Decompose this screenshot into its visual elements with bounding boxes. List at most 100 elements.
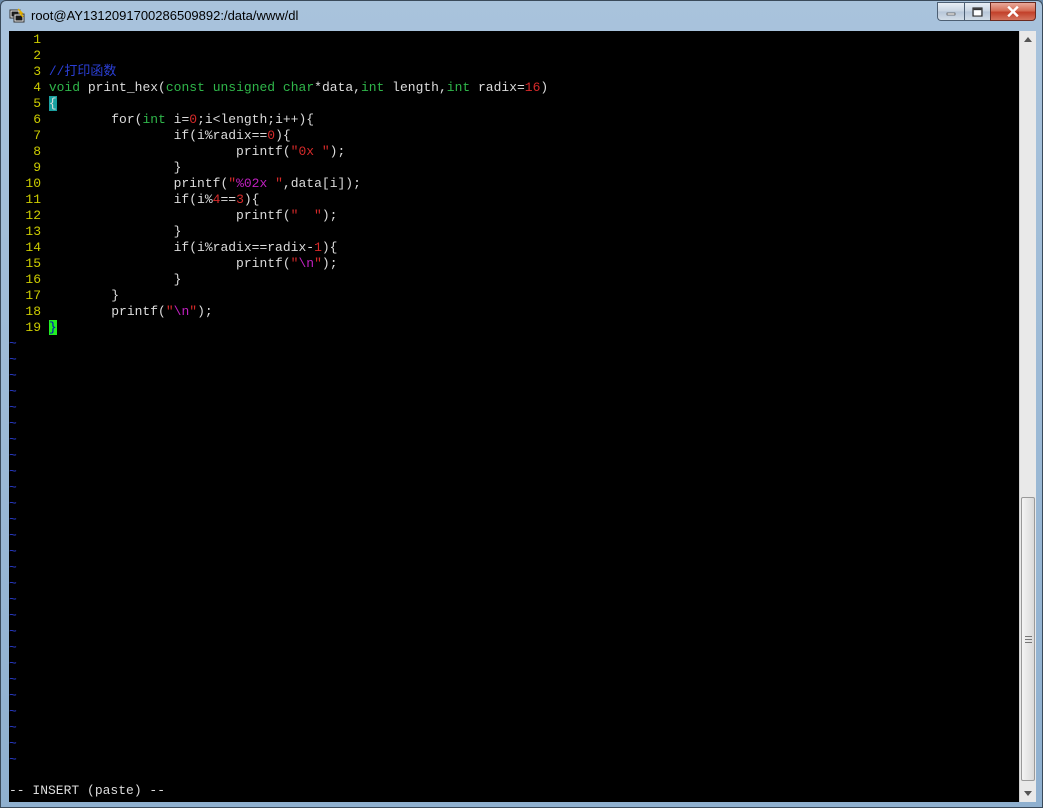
code-token: printf( <box>48 304 166 319</box>
code-token: } <box>48 272 182 287</box>
code-token: \n <box>173 304 190 319</box>
line-number: 12 <box>25 208 41 223</box>
line-number: 18 <box>25 304 41 319</box>
empty-line-marker: ~ <box>9 432 17 447</box>
code-line: 11 if(i%4==3){ <box>9 192 259 208</box>
scroll-down-button[interactable] <box>1020 785 1036 802</box>
code-token: int <box>142 112 166 127</box>
empty-line-marker: ~ <box>9 384 17 399</box>
maximize-icon <box>972 6 983 17</box>
code-token: int <box>360 80 385 95</box>
code-token: if(i%radix== <box>48 128 268 143</box>
line-number: 3 <box>33 64 41 79</box>
code-token: int <box>446 80 471 95</box>
code-token: "0x " <box>290 144 330 159</box>
line-number: 4 <box>33 80 41 95</box>
minimize-button[interactable] <box>937 2 964 21</box>
code-token: " <box>189 304 198 319</box>
code-token: if(i% <box>48 192 213 207</box>
line-number: 16 <box>25 272 41 287</box>
close-button[interactable] <box>990 2 1036 21</box>
code-token: i= <box>165 112 190 127</box>
vertical-scrollbar[interactable] <box>1019 31 1036 802</box>
line-number: 8 <box>33 144 41 159</box>
minimize-icon <box>946 12 956 15</box>
code-token: == <box>220 192 237 207</box>
code-line: 2 <box>9 48 49 64</box>
code-token: 1 <box>314 240 322 255</box>
code-token: } <box>48 160 182 175</box>
empty-line-marker: ~ <box>9 672 17 687</box>
code-token: ); <box>197 304 213 319</box>
code-token: for( <box>48 112 143 127</box>
terminal-window: root@AY1312091700286509892:/data/www/dl … <box>0 0 1043 808</box>
window-title: root@AY1312091700286509892:/data/www/dl <box>31 8 299 23</box>
code-token: ) <box>540 80 549 95</box>
window-controls <box>937 2 1036 21</box>
empty-line-marker: ~ <box>9 720 17 735</box>
code-line: 14 if(i%radix==radix-1){ <box>9 240 337 256</box>
terminal-screen[interactable]: 1 2 3 //打印函数 4 void print_hex(const unsig… <box>9 31 1019 802</box>
line-number: 9 <box>33 160 41 175</box>
scroll-up-button[interactable] <box>1020 31 1036 48</box>
code-line: 18 printf("\n"); <box>9 304 213 320</box>
grip-icon <box>1024 635 1032 643</box>
empty-line-marker: ~ <box>9 336 17 351</box>
empty-line-marker: ~ <box>9 592 17 607</box>
code-token: ); <box>321 256 338 271</box>
empty-line-marker: ~ <box>9 624 17 639</box>
code-token: " " <box>290 208 322 223</box>
empty-line-marker: ~ <box>9 560 17 575</box>
empty-line-marker: ~ <box>9 512 17 527</box>
code-line: 5 { <box>9 96 57 112</box>
code-line: 19 } <box>9 320 57 336</box>
title-bar[interactable]: root@AY1312091700286509892:/data/www/dl <box>1 1 1042 31</box>
code-line: 6 for(int i=0;i<length;i++){ <box>9 112 314 128</box>
code-line: 4 void print_hex(const unsigned char*dat… <box>9 80 548 96</box>
code-token: } <box>48 224 182 239</box>
scrollbar-thumb[interactable] <box>1021 497 1035 781</box>
empty-line-marker: ~ <box>9 400 17 415</box>
maximize-button[interactable] <box>964 2 990 21</box>
code-token: 0 <box>189 112 198 127</box>
code-token: 0 <box>267 128 276 143</box>
empty-line-marker: ~ <box>9 416 17 431</box>
code-token: %02x <box>236 176 268 191</box>
code-line: 3 //打印函数 <box>9 64 116 80</box>
close-icon <box>1007 6 1019 17</box>
code-line: 9 } <box>9 160 181 176</box>
code-token: 3 <box>236 192 244 207</box>
line-number: 10 <box>25 176 41 191</box>
line-number: 14 <box>25 240 41 255</box>
code-token: ); <box>321 208 338 223</box>
code-token: if(i%radix==radix- <box>48 240 315 255</box>
empty-line-marker: ~ <box>9 448 17 463</box>
code-token: " <box>165 304 174 319</box>
line-number: 19 <box>25 320 41 335</box>
code-line: 15 printf("\n"); <box>9 256 338 272</box>
code-token: unsigned <box>212 80 276 95</box>
code-token: " <box>228 176 237 191</box>
code-token: ;i<length;i++){ <box>197 112 315 127</box>
line-number: 5 <box>33 96 41 111</box>
code-token: } <box>48 288 120 303</box>
empty-line-marker: ~ <box>9 704 17 719</box>
code-token: 16 <box>524 80 541 95</box>
code-line: 17 } <box>9 288 119 304</box>
line-number: 7 <box>33 128 41 143</box>
line-number: 13 <box>25 224 41 239</box>
empty-line-marker: ~ <box>9 656 17 671</box>
code-token: print_hex( <box>80 80 166 95</box>
arrow-up-icon <box>1024 37 1032 42</box>
code-token: " <box>314 256 322 271</box>
code-token: char <box>282 80 315 95</box>
empty-line-marker: ~ <box>9 608 17 623</box>
code-token: radix= <box>470 80 525 95</box>
putty-icon[interactable] <box>9 8 25 24</box>
line-number: 2 <box>33 48 41 63</box>
empty-line-marker: ~ <box>9 480 17 495</box>
code-token: length, <box>384 80 447 95</box>
code-token: ,data[i]); <box>282 176 361 191</box>
